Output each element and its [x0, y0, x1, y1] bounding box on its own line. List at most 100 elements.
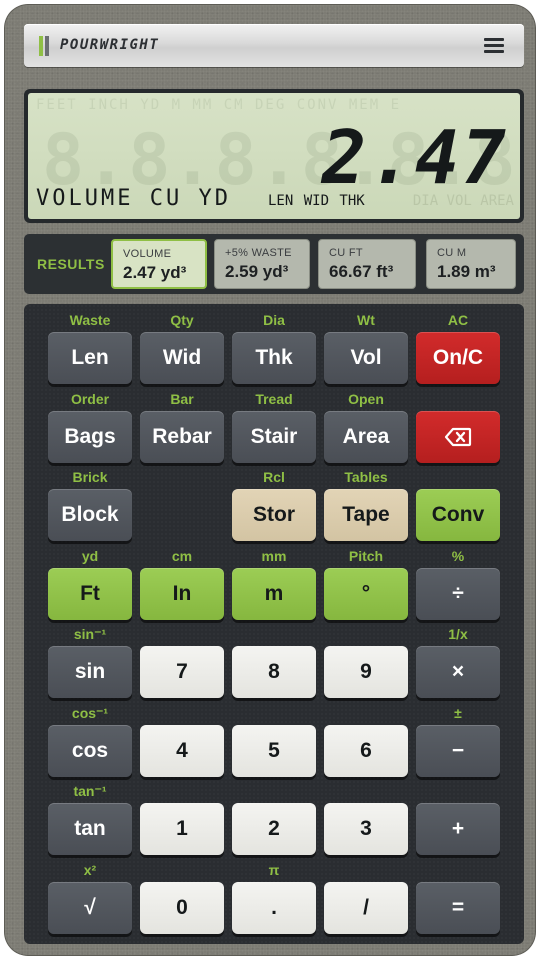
conv-button[interactable]: Conv: [416, 489, 500, 541]
shift-label-open: Open: [348, 391, 384, 407]
key-slot: 1/x ×: [416, 626, 500, 698]
key-label: Ft: [80, 582, 100, 605]
result-value: 2.47 yd³: [123, 263, 187, 282]
digit-2-button[interactable]: 2: [232, 803, 316, 855]
backspace-button[interactable]: [416, 411, 500, 463]
lcd-value: 2.47: [321, 115, 508, 201]
key-label: /: [363, 896, 369, 919]
wid-button[interactable]: Wid: [140, 332, 224, 384]
digit-5-button[interactable]: 5: [232, 725, 316, 777]
cos-button[interactable]: cos: [48, 725, 132, 777]
stair-button[interactable]: Stair: [232, 411, 316, 463]
in-button[interactable]: In: [140, 568, 224, 620]
minus-button[interactable]: −: [416, 725, 500, 777]
digit-1-button[interactable]: 1: [140, 803, 224, 855]
tan-button[interactable]: tan: [48, 803, 132, 855]
shift-label-wt: Wt: [357, 312, 375, 328]
hamburger-menu-icon[interactable]: [484, 38, 504, 54]
key-label: Stor: [253, 503, 295, 526]
digit-8-button[interactable]: 8: [232, 646, 316, 698]
key-slot: π.: [232, 862, 316, 934]
digit-9-button[interactable]: 9: [324, 646, 408, 698]
key-label: Thk: [255, 346, 293, 369]
lcd-display: FEET INCH YD M MM CM DEG CONV MEM E 8.8.…: [28, 93, 520, 219]
sqrt-button[interactable]: √: [48, 882, 132, 934]
plus-button[interactable]: +: [416, 803, 500, 855]
thk-button[interactable]: Thk: [232, 332, 316, 384]
key-label: −: [451, 739, 465, 762]
len-button[interactable]: Len: [48, 332, 132, 384]
key-label: Conv: [431, 503, 485, 526]
key-label: On/C: [432, 346, 484, 369]
key-slot: 2: [232, 783, 316, 855]
key-slot: Brick Block: [48, 469, 132, 541]
key-slot: Tables Tape: [324, 469, 408, 541]
key-slot: tan⁻¹ tan: [48, 783, 132, 855]
fraction-button[interactable]: /: [324, 882, 408, 934]
key-slot: Tread Stair: [232, 391, 316, 463]
block-button[interactable]: Block: [48, 489, 132, 541]
result-title: CU M: [437, 247, 467, 259]
key-slot: 8: [232, 626, 316, 698]
multiply-button[interactable]: ×: [416, 646, 500, 698]
key-slot: ± −: [416, 705, 500, 777]
digit-6-button[interactable]: 6: [324, 725, 408, 777]
result-card-cu-m[interactable]: CU M 1.89 m³: [426, 239, 516, 289]
key-label: 0: [176, 896, 188, 919]
result-card-cu-ft[interactable]: CU FT 66.67 ft³: [318, 239, 416, 289]
key-slot: Rcl Stor: [232, 469, 316, 541]
keypad: Waste Len Qty Wid Dia Thk Wt Vol AC On/C Order Bags…: [24, 304, 524, 944]
key-slot: AC On/C: [416, 312, 500, 384]
on-c-button[interactable]: On/C: [416, 332, 500, 384]
digit-4-button[interactable]: 4: [140, 725, 224, 777]
brand-bar: POURWRIGHT: [24, 24, 524, 67]
key-slot: 6: [324, 705, 408, 777]
divide-button[interactable]: ÷: [416, 568, 500, 620]
key-slot: [416, 391, 500, 463]
stor-button[interactable]: Stor: [232, 489, 316, 541]
shift-label-tan: tan⁻¹: [73, 783, 107, 799]
result-card-volume[interactable]: VOLUME 2.47 yd³: [111, 239, 207, 289]
digit-7-button[interactable]: 7: [140, 646, 224, 698]
key-slot: Pitch °: [324, 548, 408, 620]
key-slot: mm m: [232, 548, 316, 620]
shift-label-symbol: %: [451, 548, 465, 564]
key-slot: % ÷: [416, 548, 500, 620]
digit-0-button[interactable]: 0: [140, 882, 224, 934]
key-slot: 4: [140, 705, 224, 777]
digit-3-button[interactable]: 3: [324, 803, 408, 855]
key-label: ×: [451, 660, 465, 683]
shift-label-ac: AC: [447, 312, 469, 328]
key-label: sin: [74, 660, 106, 683]
key-label: m: [264, 582, 284, 605]
degree-button[interactable]: °: [324, 568, 408, 620]
key-label: Block: [61, 503, 119, 526]
key-slot: Dia Thk: [232, 312, 316, 384]
ft-button[interactable]: Ft: [48, 568, 132, 620]
key-label: ÷: [452, 582, 464, 605]
shift-label-order: Order: [70, 391, 110, 407]
result-card-5-waste[interactable]: +5% WASTE 2.59 yd³: [214, 239, 310, 289]
key-slot: /: [324, 862, 408, 934]
vol-button[interactable]: Vol: [324, 332, 408, 384]
key-slot: 7: [140, 626, 224, 698]
shift-label-tread: Tread: [255, 391, 293, 407]
key-label: °: [361, 582, 371, 605]
key-label: +: [451, 817, 465, 840]
shift-label-yd: yd: [81, 548, 99, 564]
decimal-button[interactable]: .: [232, 882, 316, 934]
bags-button[interactable]: Bags: [48, 411, 132, 463]
area-button[interactable]: Area: [324, 411, 408, 463]
key-label: 4: [176, 739, 188, 762]
rebar-button[interactable]: Rebar: [140, 411, 224, 463]
key-slot: +: [416, 783, 500, 855]
m-button[interactable]: m: [232, 568, 316, 620]
sin-button[interactable]: sin: [48, 646, 132, 698]
tape-button[interactable]: Tape: [324, 489, 408, 541]
key-label: In: [172, 582, 192, 605]
shift-label-brick: Brick: [72, 469, 108, 485]
shift-label-cm: cm: [171, 548, 193, 564]
equals-button[interactable]: =: [416, 882, 500, 934]
results-label: RESULTS: [37, 256, 105, 272]
shift-label-symbol: π: [268, 862, 280, 878]
